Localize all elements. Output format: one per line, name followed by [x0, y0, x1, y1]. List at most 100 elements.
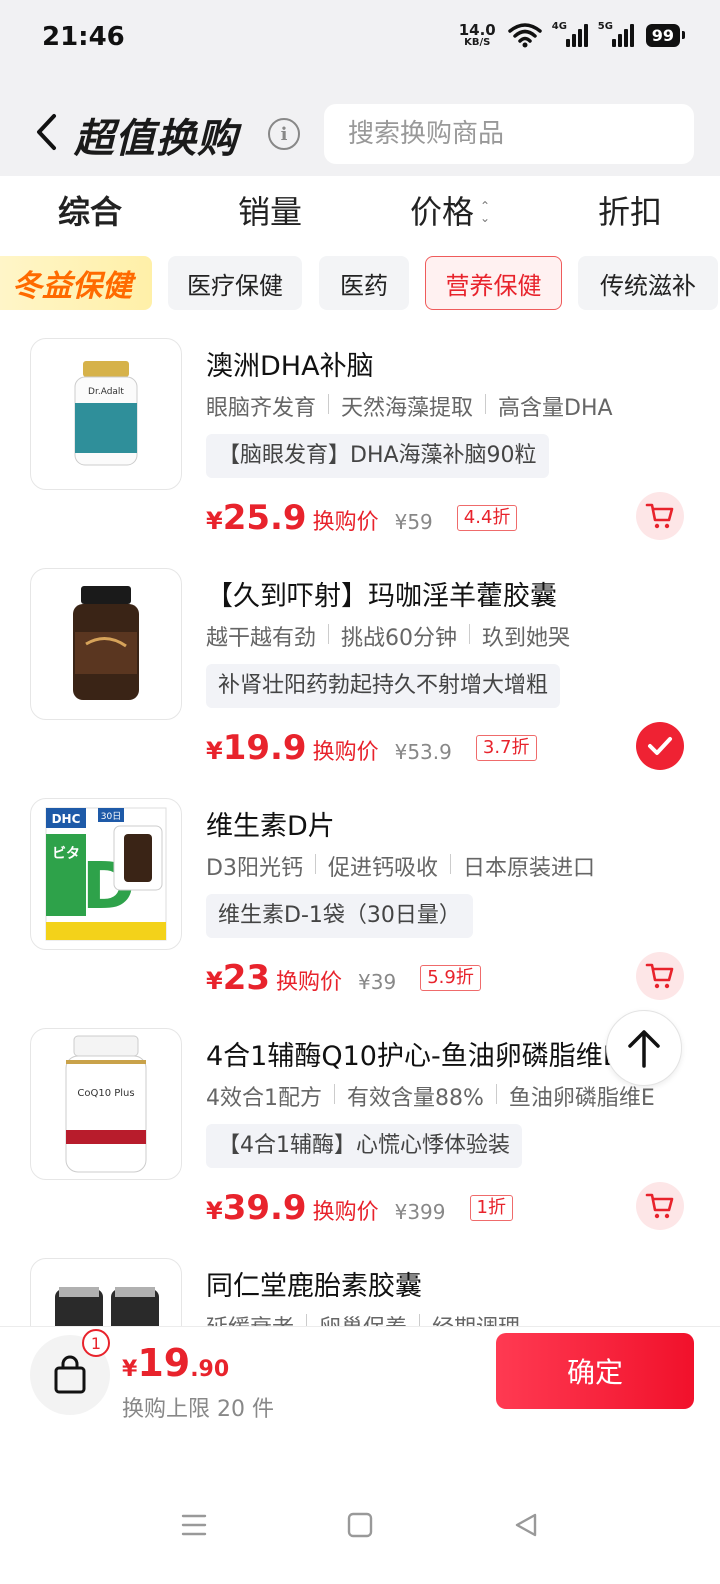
product-name[interactable]: 澳洲DHA补脑 — [206, 344, 374, 383]
signal-5g-label: 5G — [597, 21, 613, 32]
tab-discount[interactable]: 折扣 — [540, 176, 720, 248]
cart-count-badge: 1 — [82, 1329, 110, 1357]
product-tag: 延缓衰老 — [206, 1310, 294, 1326]
product-tag: 越干越有劲 — [206, 626, 317, 651]
product-promo: 补肾壮阳药勃起持久不射增大增粗 — [206, 664, 561, 708]
back-icon[interactable] — [513, 1512, 539, 1538]
exchange-price: 19.9 — [222, 728, 307, 768]
currency-symbol: ¥ — [122, 1357, 138, 1382]
product-item[interactable]: DHC 30日 ビタ D 维生素D片 D3阳光钙 促进钙吸收 日本原装进口 维生… — [0, 798, 720, 1028]
scroll-to-top-button[interactable] — [606, 1010, 682, 1086]
chip-category-3[interactable]: 医药 — [319, 256, 409, 310]
product-tag: 日本原装进口 — [462, 856, 595, 881]
total-decimal: .90 — [190, 1357, 230, 1382]
menu-icon[interactable] — [181, 1513, 207, 1537]
signal-5g-icon: 5G — [597, 21, 634, 47]
product-tags: 眼脑齐发育 天然海藻提取 高含量DHA — [206, 390, 613, 422]
coq10-bottle-image: CoQ10 Plus — [65, 1035, 147, 1173]
product-image[interactable] — [30, 1258, 182, 1326]
product-tag: 高含量DHA — [498, 396, 613, 421]
product-tag: 卵巢保养 — [319, 1310, 407, 1326]
net-speed-value: 14.0 — [458, 20, 496, 39]
chevron-left-icon — [37, 114, 56, 150]
add-to-cart-button[interactable] — [636, 1182, 684, 1230]
product-tags: 越干越有劲 挑战60分钟 玖到她哭 — [206, 620, 570, 652]
search-box[interactable] — [324, 104, 694, 164]
chip-category-1[interactable]: 冬益保健 — [0, 256, 152, 310]
product-image[interactable]: Dr.Adalt — [30, 338, 182, 490]
sort-arrows-icon: ⌃ ⌄ — [479, 199, 491, 225]
product-name[interactable]: 4合1辅酶Q10护心-鱼油卵磷脂维E — [206, 1034, 620, 1073]
price-label: 换购价 — [312, 1200, 379, 1225]
cart-icon — [645, 1193, 674, 1219]
product-tag: 促进钙吸收 — [327, 856, 438, 881]
currency-symbol: ¥ — [206, 737, 223, 765]
product-tag: 玖到她哭 — [482, 626, 571, 651]
currency-symbol: ¥ — [206, 1197, 223, 1225]
confirm-button[interactable]: 确定 — [496, 1333, 694, 1409]
tab-comprehensive[interactable]: 综合 — [0, 176, 180, 248]
checkmark-icon — [648, 737, 672, 755]
net-speed: 14.0 KB/S — [458, 20, 496, 48]
status-icons: 14.0 KB/S 4G 5G 99 — [458, 20, 686, 48]
header: 超值换购 i — [0, 80, 720, 176]
product-tag: 鱼油卵磷脂维E — [508, 1086, 655, 1111]
product-tags: 4效合1配方 有效含量88% 鱼油卵磷脂维E — [206, 1080, 655, 1112]
chip-category-4[interactable]: 营养保健 — [425, 256, 562, 310]
tab-price[interactable]: 价格 ⌃ ⌄ — [360, 176, 540, 248]
tab-sales[interactable]: 销量 — [180, 176, 360, 248]
original-price: ¥53.9 — [394, 740, 452, 764]
net-speed-unit: KB/S — [464, 36, 491, 48]
chip-category-5[interactable]: 传统滋补 — [578, 256, 718, 310]
product-item[interactable]: 同仁堂鹿胎素胶囊 延缓衰老 卵巢保养 经期调理 — [0, 1258, 720, 1326]
discount-badge: 5.9折 — [420, 965, 481, 991]
shopping-bag-icon — [54, 1355, 86, 1394]
thumb-brand-text: DHC — [52, 812, 81, 826]
info-icon[interactable]: i — [268, 118, 300, 150]
product-item[interactable]: 【久到吓射】玛咖淫羊藿胶囊 越干越有劲 挑战60分钟 玖到她哭 补肾壮阳药勃起持… — [0, 568, 720, 798]
discount-badge: 1折 — [469, 1195, 513, 1221]
total-price: ¥ 19 .90 — [122, 1341, 229, 1385]
exchange-price: 39.9 — [222, 1188, 307, 1228]
vitamin-package-image: DHC 30日 ビタ D — [45, 807, 167, 941]
exchange-price: 23 — [222, 958, 271, 998]
product-tag: 挑战60分钟 — [341, 626, 458, 651]
thumb-brand-text: CoQ10 Plus — [77, 1088, 134, 1099]
cart-icon — [645, 963, 674, 989]
arrow-up-icon — [628, 1030, 660, 1068]
thumb-kana-text: ビタ — [52, 846, 80, 862]
original-price: ¥59 — [394, 510, 433, 534]
search-input[interactable] — [348, 119, 694, 149]
tab-price-label: 价格 — [409, 193, 474, 231]
system-nav-bar — [0, 1490, 720, 1560]
product-item[interactable]: Dr.Adalt 澳洲DHA补脑 眼脑齐发育 天然海藻提取 高含量DHA 【脑眼… — [0, 338, 720, 568]
add-to-cart-button[interactable] — [636, 952, 684, 1000]
back-button[interactable] — [28, 110, 64, 154]
price-row: ¥ 23 换购价 ¥39 5.9折 — [206, 958, 481, 998]
thumb-brand-text: Dr.Adalt — [88, 387, 124, 397]
category-chips: 冬益保健 医疗保健 医药 营养保健 传统滋补 — [0, 256, 720, 314]
original-price: ¥39 — [358, 970, 397, 994]
status-bar: 21:46 14.0 KB/S 4G 5G 99 — [0, 0, 720, 80]
chip-category-2[interactable]: 医疗保健 — [168, 256, 302, 310]
product-tags: 延缓衰老 卵巢保养 经期调理 — [206, 1310, 520, 1326]
price-label: 换购价 — [312, 510, 379, 535]
exchange-limit-text: 换购上限 20 件 — [122, 1397, 274, 1422]
price-row: ¥ 25.9 换购价 ¥59 4.4折 — [206, 498, 518, 538]
add-to-cart-button[interactable] — [636, 492, 684, 540]
product-name[interactable]: 维生素D片 — [206, 804, 335, 843]
page-title: 超值换购 — [74, 116, 238, 162]
product-image[interactable] — [30, 568, 182, 720]
price-label: 换购价 — [312, 740, 379, 765]
status-time: 21:46 — [42, 22, 125, 52]
product-tag: 经期调理 — [432, 1310, 520, 1326]
product-tag: 4效合1配方 — [206, 1086, 322, 1111]
product-image[interactable]: DHC 30日 ビタ D — [30, 798, 182, 950]
home-icon[interactable] — [347, 1512, 373, 1538]
product-name[interactable]: 【久到吓射】玛咖淫羊藿胶囊 — [206, 574, 557, 613]
currency-symbol: ¥ — [206, 967, 223, 995]
product-name[interactable]: 同仁堂鹿胎素胶囊 — [206, 1264, 422, 1303]
product-image[interactable]: CoQ10 Plus — [30, 1028, 182, 1180]
selected-check-button[interactable] — [636, 722, 684, 770]
capsule-bottles-image — [55, 1287, 159, 1326]
